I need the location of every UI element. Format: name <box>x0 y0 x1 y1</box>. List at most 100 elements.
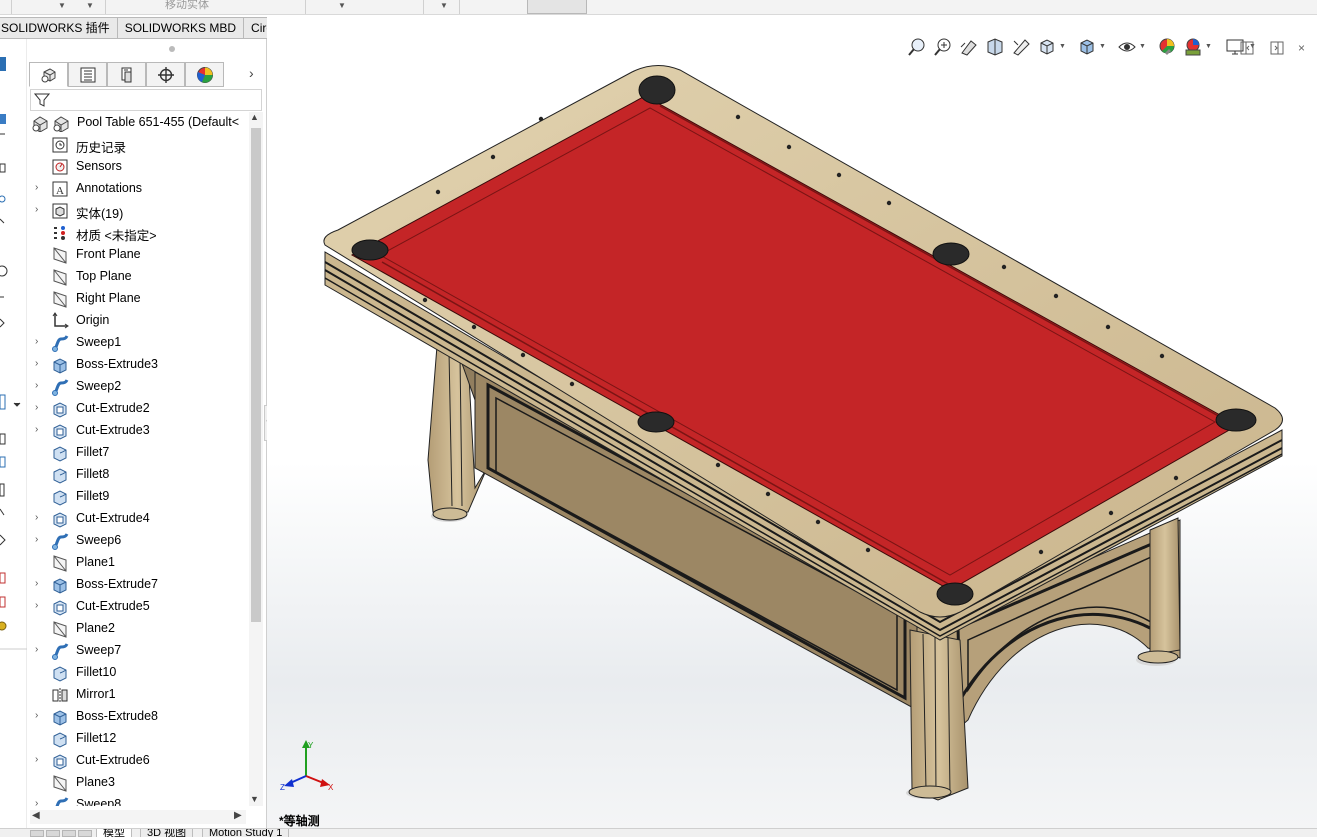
tree-item[interactable]: 历史记录 <box>27 134 249 156</box>
ribbon-segment <box>306 0 424 14</box>
expand-arrow-icon[interactable]: › <box>35 424 45 435</box>
tree-item[interactable]: Plane2 <box>27 618 249 640</box>
expand-arrow-icon[interactable]: › <box>35 380 45 391</box>
scroll-down-arrow-icon[interactable]: ▼ <box>250 794 259 804</box>
tree-item[interactable]: › 实体(19) <box>27 200 249 222</box>
tree-item[interactable]: 材质 <未指定> <box>27 222 249 244</box>
tree-item[interactable]: › Sweep7 <box>27 640 249 662</box>
tree-item[interactable]: Fillet9 <box>27 486 249 508</box>
propertymanager-tab[interactable] <box>68 62 107 87</box>
tree-item[interactable]: › Boss-Extrude7 <box>27 574 249 596</box>
split-pane-icon[interactable] <box>1270 41 1284 55</box>
apply-scene-icon[interactable] <box>1183 37 1203 57</box>
tree-root-item[interactable]: Pool Table 651-455 (Default< <box>27 112 249 134</box>
configurationmanager-tab[interactable] <box>107 62 146 87</box>
scrollbar-thumb[interactable] <box>251 128 261 622</box>
tree-item[interactable]: Right Plane <box>27 288 249 310</box>
tree-item[interactable]: › Cut-Extrude4 <box>27 508 249 530</box>
tab-3d-views[interactable]: 3D 视图 <box>140 829 194 837</box>
chevron-right-icon[interactable]: › <box>249 65 254 81</box>
section-view-icon[interactable] <box>985 37 1005 57</box>
tree-item[interactable]: Front Plane <box>27 244 249 266</box>
tree-vertical-scrollbar[interactable]: ▲ ▼ <box>249 112 263 806</box>
expand-arrow-icon[interactable]: › <box>35 600 45 611</box>
previous-view-icon[interactable] <box>959 37 979 57</box>
expand-arrow-icon[interactable]: › <box>35 578 45 589</box>
graphics-area[interactable]: ▼ ▼ ▼ ▼ ▼ × Y X Z *等轴测 <box>267 15 1317 828</box>
next-tab-button[interactable] <box>62 830 76 837</box>
tree-horizontal-scrollbar[interactable]: ◀ ▶ <box>30 810 246 824</box>
expand-arrow-icon[interactable]: › <box>35 710 45 721</box>
expand-arrow-icon[interactable]: › <box>35 512 45 523</box>
tree-item[interactable]: › Boss-Extrude8 <box>27 706 249 728</box>
tree-item[interactable]: Fillet8 <box>27 464 249 486</box>
tree-item[interactable]: Plane1 <box>27 552 249 574</box>
expand-arrow-icon[interactable]: › <box>35 336 45 347</box>
display-style-icon[interactable] <box>1077 37 1097 57</box>
expand-arrow-icon[interactable]: › <box>35 182 45 193</box>
tree-filter-field[interactable] <box>30 89 262 111</box>
scroll-right-arrow-icon[interactable]: ▶ <box>234 810 242 821</box>
tab-solidworks-addins[interactable]: SOLIDWORKS 插件 <box>0 17 118 39</box>
tree-item[interactable]: › Sweep6 <box>27 530 249 552</box>
edit-appearance-icon[interactable] <box>1157 37 1177 57</box>
fillet-icon <box>53 490 67 506</box>
zoom-to-fit-icon[interactable] <box>907 37 927 57</box>
ribbon-button[interactable] <box>527 0 587 14</box>
dimxpertmanager-tab[interactable] <box>146 62 185 87</box>
filter-icon[interactable] <box>34 92 50 108</box>
tree-item[interactable]: Mirror1 <box>27 684 249 706</box>
tree-item[interactable]: › Cut-Extrude2 <box>27 398 249 420</box>
displaymanager-tab[interactable] <box>185 62 224 87</box>
tree-item[interactable]: › A Annotations <box>27 178 249 200</box>
tree-item[interactable]: › Cut-Extrude3 <box>27 420 249 442</box>
hide-show-items-icon[interactable] <box>1117 37 1137 57</box>
dropdown-arrow-icon[interactable]: ▼ <box>1099 43 1106 50</box>
toolbar-icons[interactable] <box>0 39 27 829</box>
featuremanager-tab[interactable] <box>29 62 68 87</box>
tree-item[interactable]: Fillet10 <box>27 662 249 684</box>
scroll-left-arrow-icon[interactable]: ◀ <box>32 810 40 821</box>
pool-table-model[interactable] <box>267 15 1317 828</box>
expand-arrow-icon[interactable]: › <box>35 358 45 369</box>
tree-item[interactable]: › Cut-Extrude6 <box>27 750 249 772</box>
expand-arrow-icon[interactable]: › <box>35 534 45 545</box>
dropdown-arrow-icon[interactable]: ▼ <box>1139 43 1146 50</box>
dynamic-annotation-icon[interactable] <box>1011 37 1031 57</box>
expand-arrow-icon[interactable]: › <box>35 402 45 413</box>
zoom-to-area-icon[interactable] <box>933 37 953 57</box>
tree-item[interactable]: › Sweep2 <box>27 376 249 398</box>
dropdown-arrow-icon[interactable]: ▼ <box>86 1 94 10</box>
feature-tree: Pool Table 651-455 (Default< 历史记录 Sensors ›… <box>27 112 249 806</box>
tree-item[interactable]: Fillet12 <box>27 728 249 750</box>
view-orientation-icon[interactable] <box>1037 37 1057 57</box>
tree-item[interactable]: › Boss-Extrude3 <box>27 354 249 376</box>
tab-motion-study[interactable]: Motion Study 1 <box>202 829 290 837</box>
tree-item-label: Fillet10 <box>76 665 117 679</box>
cut-extrude-icon <box>53 754 67 770</box>
expand-arrow-icon[interactable]: › <box>35 204 45 215</box>
tree-item[interactable]: › Sweep1 <box>27 332 249 354</box>
tree-item[interactable]: Sensors <box>27 156 249 178</box>
panel-grip-icon[interactable] <box>169 46 175 52</box>
tree-item[interactable]: Top Plane <box>27 266 249 288</box>
tab-model[interactable]: 模型 <box>96 829 132 837</box>
tree-item[interactable]: › Cut-Extrude5 <box>27 596 249 618</box>
tab-solidworks-mbd[interactable]: SOLIDWORKS MBD <box>117 17 245 39</box>
tree-item[interactable]: Origin <box>27 310 249 332</box>
expand-arrow-icon[interactable]: › <box>35 644 45 655</box>
tree-item[interactable]: › Sweep8 <box>27 794 249 806</box>
restore-pane-icon[interactable] <box>1240 41 1254 55</box>
close-pane-icon[interactable]: × <box>1298 41 1305 55</box>
tree-item[interactable]: Plane3 <box>27 772 249 794</box>
expand-arrow-icon[interactable]: › <box>35 754 45 765</box>
tree-item[interactable]: Fillet7 <box>27 442 249 464</box>
first-tab-button[interactable] <box>30 830 44 837</box>
dropdown-arrow-icon[interactable]: ▼ <box>1205 43 1212 50</box>
scroll-up-arrow-icon[interactable]: ▲ <box>250 112 259 122</box>
last-tab-button[interactable] <box>78 830 92 837</box>
prev-tab-button[interactable] <box>46 830 60 837</box>
dropdown-arrow-icon[interactable]: ▼ <box>1059 43 1066 50</box>
expand-arrow-icon[interactable]: › <box>35 798 45 806</box>
ribbon-segment[interactable] <box>0 0 12 14</box>
